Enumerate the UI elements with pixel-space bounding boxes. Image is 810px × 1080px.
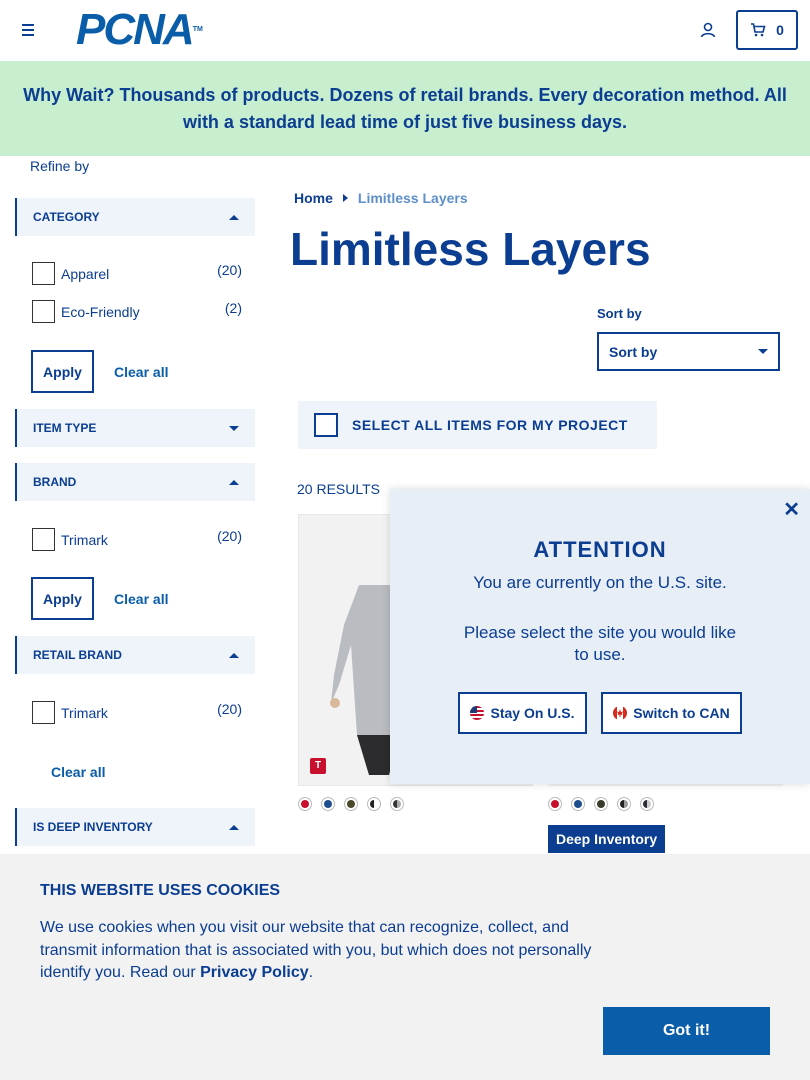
select-all-items-button[interactable]: SELECT ALL ITEMS FOR MY PROJECT — [298, 401, 657, 449]
color-swatch[interactable] — [594, 797, 608, 811]
facet-option-count: (20) — [217, 262, 242, 278]
facet-option-count: (20) — [217, 528, 242, 544]
modal-prompt-text: Please select the site you would like to… — [463, 623, 737, 664]
facet-option-count: (20) — [217, 701, 242, 717]
stay-on-us-label: Stay On U.S. — [490, 705, 575, 721]
cart-button[interactable]: 0 — [736, 10, 798, 50]
privacy-policy-link[interactable]: Privacy Policy — [200, 964, 309, 981]
page: PCNATM 0 Why Wait? Thousands of products… — [0, 0, 810, 1080]
color-swatch[interactable] — [571, 797, 585, 811]
facet-option-apparel[interactable]: Apparel (20) — [32, 262, 242, 286]
logo-text: PCNA — [76, 5, 195, 54]
sort-selected-value: Sort by — [609, 343, 658, 360]
caret-up-icon — [229, 652, 239, 658]
deep-inventory-badge: Deep Inventory — [548, 825, 666, 853]
results-count: 20 RESULTS — [297, 481, 380, 497]
site-header: PCNATM 0 — [0, 0, 810, 61]
facet-brand-label: BRAND — [33, 475, 77, 489]
color-swatches — [548, 797, 654, 811]
color-swatch[interactable] — [390, 797, 404, 811]
retail-brand-clear-all-link[interactable]: Clear all — [51, 764, 105, 780]
us-flag-icon — [470, 706, 485, 720]
facet-brand-header[interactable]: BRAND — [15, 463, 255, 501]
cart-count: 0 — [776, 22, 784, 38]
caret-up-icon — [229, 479, 239, 485]
breadcrumb-current: Limitless Layers — [357, 190, 468, 206]
switch-to-can-label: Switch to CAN — [633, 705, 730, 721]
facet-item-type-label: ITEM TYPE — [33, 421, 97, 435]
checkbox[interactable] — [32, 300, 55, 323]
promo-banner: Why Wait? Thousands of products. Dozens … — [0, 61, 810, 156]
facet-deep-inventory-header[interactable]: IS DEEP INVENTORY — [15, 808, 255, 846]
color-swatch[interactable] — [321, 797, 335, 811]
color-swatch[interactable] — [617, 797, 631, 811]
promo-banner-text: Why Wait? Thousands of products. Dozens … — [23, 84, 787, 132]
caret-down-icon — [229, 425, 239, 431]
refine-by-label: Refine by — [30, 158, 90, 174]
breadcrumb-home-link[interactable]: Home — [294, 190, 333, 206]
facet-option-retail-trimark[interactable]: Trimark (20) — [32, 701, 242, 725]
facet-option-label: Trimark — [61, 532, 108, 548]
user-account-icon[interactable] — [699, 21, 717, 39]
facet-option-label: Trimark — [61, 705, 108, 721]
breadcrumb-separator-icon — [342, 194, 348, 202]
cookie-accept-button[interactable]: Got it! — [603, 1007, 770, 1055]
facet-option-label: Eco-Friendly — [61, 304, 140, 320]
facet-option-label: Apparel — [61, 266, 110, 282]
color-swatch[interactable] — [344, 797, 358, 811]
cart-icon — [751, 23, 766, 37]
switch-to-can-button[interactable]: Switch to CAN — [601, 692, 742, 734]
pcna-logo[interactable]: PCNATM — [76, 8, 203, 52]
brand-apply-button[interactable]: Apply — [31, 577, 94, 620]
color-swatch[interactable] — [548, 797, 562, 811]
facet-retail-brand-label: RETAIL BRAND — [33, 648, 122, 662]
cookie-body: We use cookies when you visit our websit… — [40, 917, 600, 985]
caret-up-icon — [229, 824, 239, 830]
checkbox[interactable] — [32, 262, 55, 285]
color-swatch[interactable] — [298, 797, 312, 811]
logo-trademark: TM — [192, 26, 203, 33]
facet-category-header[interactable]: CATEGORY — [15, 198, 255, 236]
canada-flag-icon — [613, 706, 628, 720]
cookie-body-text: We use cookies when you visit our websit… — [40, 919, 592, 981]
checkbox[interactable] — [32, 528, 55, 551]
facet-option-trimark[interactable]: Trimark (20) — [32, 528, 242, 552]
sort-label: Sort by — [597, 306, 642, 321]
modal-title: ATTENTION — [533, 537, 667, 562]
color-swatches — [298, 797, 404, 811]
color-swatch[interactable] — [640, 797, 654, 811]
facet-deep-inventory-label: IS DEEP INVENTORY — [33, 820, 153, 834]
close-icon[interactable]: ✕ — [783, 497, 800, 522]
site-selection-modal: ✕ ATTENTION You are currently on the U.S… — [390, 489, 810, 784]
facet-category-label: CATEGORY — [33, 210, 100, 224]
modal-current-site-text: You are currently on the U.S. site. — [473, 573, 727, 592]
category-clear-all-link[interactable]: Clear all — [114, 364, 168, 380]
chevron-down-icon — [758, 349, 768, 354]
cookie-title: THIS WEBSITE USES COOKIES — [40, 882, 281, 899]
facet-item-type-header[interactable]: ITEM TYPE — [15, 409, 255, 447]
stay-on-us-button[interactable]: Stay On U.S. — [458, 692, 587, 734]
facet-retail-brand-header[interactable]: RETAIL BRAND — [15, 636, 255, 674]
page-title: Limitless Layers — [290, 223, 651, 275]
category-apply-button[interactable]: Apply — [31, 350, 94, 393]
select-all-checkbox[interactable] — [314, 413, 338, 437]
facet-option-count: (2) — [224, 300, 242, 316]
color-swatch[interactable] — [367, 797, 381, 811]
cookie-consent-bar: THIS WEBSITE USES COOKIES We use cookies… — [0, 854, 810, 1080]
sort-dropdown[interactable]: Sort by — [597, 332, 780, 371]
breadcrumb: Home Limitless Layers — [294, 190, 468, 206]
checkbox[interactable] — [32, 701, 55, 724]
hamburger-menu-icon[interactable] — [22, 24, 34, 36]
trimark-brand-icon: T — [310, 758, 326, 774]
facet-option-eco-friendly[interactable]: Eco-Friendly (2) — [32, 300, 242, 324]
caret-up-icon — [229, 214, 239, 220]
brand-clear-all-link[interactable]: Clear all — [114, 591, 168, 607]
select-all-label: SELECT ALL ITEMS FOR MY PROJECT — [352, 417, 628, 433]
cookie-body-period: . — [308, 964, 314, 981]
